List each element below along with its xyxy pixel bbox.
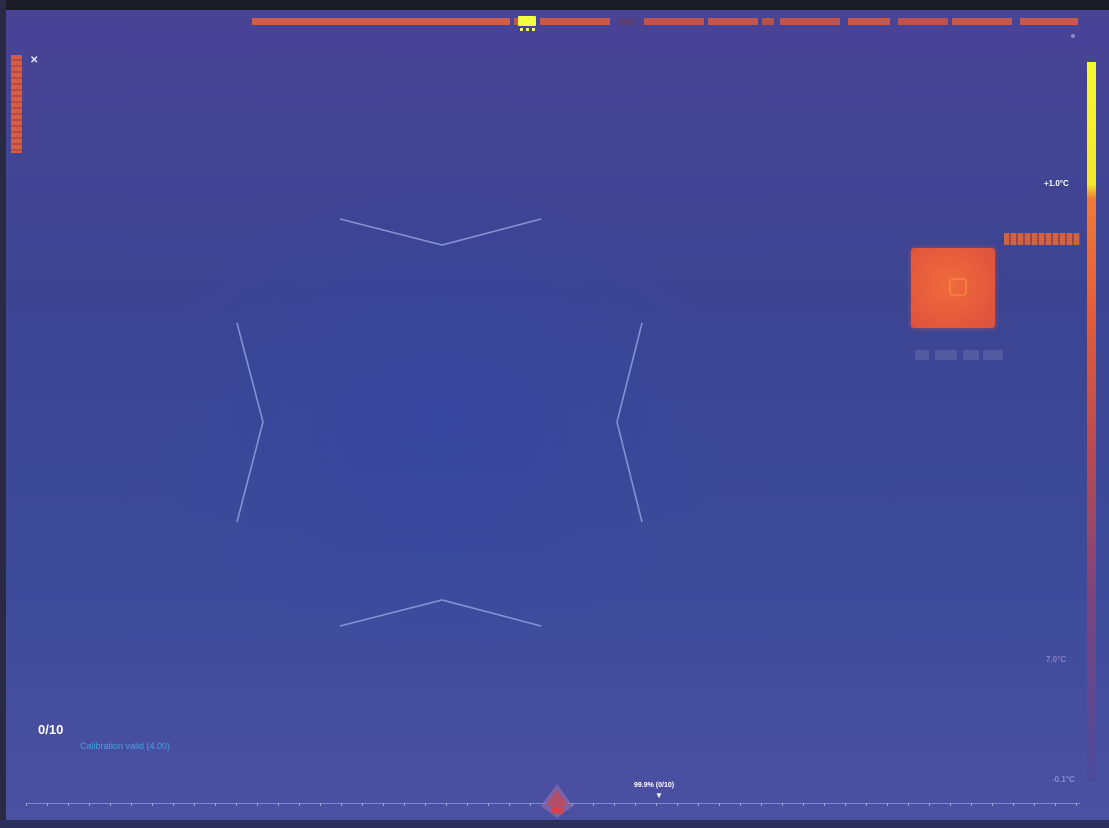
temperature-readout [1004, 233, 1080, 245]
axis-tick [152, 803, 153, 806]
axis-tick [992, 803, 993, 806]
axis-tick [383, 803, 384, 806]
axis-tick [1034, 803, 1035, 806]
axis-tick [782, 803, 783, 806]
axis-tick [173, 803, 174, 806]
hot-spot-caption [915, 346, 1005, 364]
sample-counter: 0/10 [38, 722, 64, 737]
axis-tick [635, 803, 636, 806]
axis-tick [908, 803, 909, 806]
axis-tick [614, 803, 615, 806]
axis-tick [824, 803, 825, 806]
axis-tick [509, 803, 510, 806]
axis-tick [194, 803, 195, 806]
axis-tick [131, 803, 132, 806]
axis-tick [320, 803, 321, 806]
scale-bottom-label[interactable]: -0.1°C [1052, 775, 1075, 784]
axis-tick [446, 803, 447, 806]
crosshair-left-bracket [236, 322, 264, 523]
axis-tick [929, 803, 930, 806]
target-crosshair [236, 218, 643, 627]
axis-tick [89, 803, 90, 806]
hot-spot-region[interactable] [911, 248, 995, 328]
axis-tick [698, 803, 699, 806]
bottom-bezel [0, 820, 1109, 828]
axis-tick [68, 803, 69, 806]
hot-spot-marker [949, 278, 967, 296]
temperature-color-scale [1087, 62, 1096, 782]
timeline-position-label: 99.9% (0/10) [634, 782, 675, 789]
axis-tick [1055, 803, 1056, 806]
axis-tick [761, 803, 762, 806]
mode-badge-icon[interactable] [540, 782, 574, 820]
axis-tick [950, 803, 951, 806]
axis-tick [677, 803, 678, 806]
axis-tick [257, 803, 258, 806]
axis-tick [404, 803, 405, 806]
timeline-position-arrow[interactable]: ▼ [655, 791, 663, 800]
axis-tick [656, 803, 657, 806]
axis-tick [803, 803, 804, 806]
axis-tick [236, 803, 237, 806]
axis-tick [887, 803, 888, 806]
axis-tick [488, 803, 489, 806]
axis-tick [341, 803, 342, 806]
scale-main-label[interactable]: +1.0°C [1044, 179, 1069, 188]
axis-tick [215, 803, 216, 806]
axis-tick [278, 803, 279, 806]
scale-mid-label[interactable]: 7.0°C [1046, 655, 1066, 664]
axis-tick [47, 803, 48, 806]
axis-tick [1076, 803, 1077, 806]
axis-tick [740, 803, 741, 806]
crosshair-right-bracket [616, 322, 643, 523]
axis-tick [530, 803, 531, 806]
crosshair-top-bracket [339, 218, 542, 246]
axis-tick [110, 803, 111, 806]
calibration-status: Calibration valid (4.00) [80, 741, 171, 751]
axis-tick [845, 803, 846, 806]
axis-tick [1013, 803, 1014, 806]
axis-tick [866, 803, 867, 806]
crosshair-bottom-bracket [339, 599, 542, 627]
axis-tick [593, 803, 594, 806]
axis-tick [362, 803, 363, 806]
axis-tick [467, 803, 468, 806]
axis-tick [971, 803, 972, 806]
axis-tick [425, 803, 426, 806]
axis-tick [299, 803, 300, 806]
axis-tick [26, 803, 27, 806]
thermal-view: ✕ +1.0°C 7.0°C -0.1°C 0/10 Calibration v… [0, 0, 1109, 828]
axis-tick [719, 803, 720, 806]
